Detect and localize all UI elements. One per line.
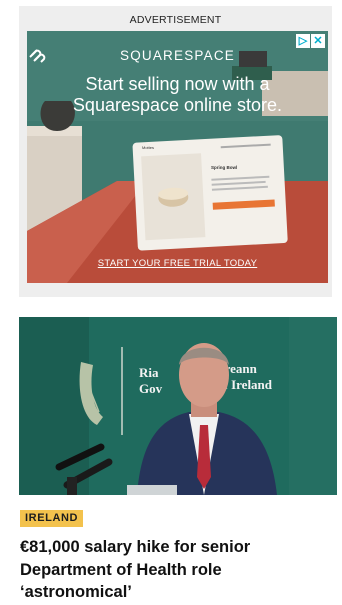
- article-headline[interactable]: €81,000 salary hike for senior Departmen…: [20, 536, 320, 604]
- article-photo-illustration: Ria Gov ireann of Ireland: [19, 317, 337, 495]
- squarespace-brand-name: SQUARESPACE: [120, 48, 235, 63]
- sign-text-ria: Ria: [139, 365, 159, 380]
- sign-text-gov: Gov: [139, 381, 163, 396]
- squarespace-brand: SQUARESPACE: [27, 48, 328, 63]
- category-badge[interactable]: IRELAND: [20, 510, 84, 527]
- ad-headline: Start selling now with a Squarespace onl…: [72, 74, 283, 115]
- squarespace-logo-icon: [29, 49, 46, 63]
- ad-scene-illustration: [27, 31, 328, 283]
- close-icon[interactable]: ✕: [311, 34, 325, 48]
- mockup-brand: Mottes: [142, 145, 155, 150]
- ad-cta-link[interactable]: START YOUR FREE TRIAL TODAY: [27, 258, 328, 269]
- mockup-product-title: Spring Bowl: [211, 165, 238, 170]
- adchoices-controls[interactable]: ▷ ✕: [296, 34, 325, 48]
- squarespace-ad[interactable]: ▷ ✕ SQUARESPACE Start selling now with a…: [27, 31, 328, 283]
- adchoices-icon[interactable]: ▷: [296, 34, 310, 48]
- laptop-mockup: [132, 135, 288, 251]
- advertisement-block: ADVERTISEMENT ▷ ✕ SQUARESPACE Start sell…: [19, 6, 332, 297]
- advertisement-label: ADVERTISEMENT: [129, 14, 222, 26]
- article-photo[interactable]: Ria Gov ireann of Ireland: [19, 317, 337, 495]
